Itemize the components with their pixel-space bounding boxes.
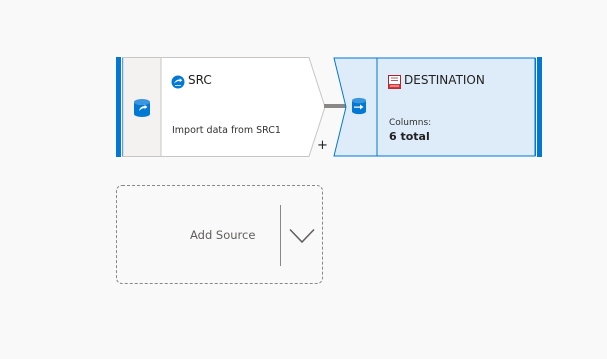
sink-database-icon [352, 97, 366, 115]
destination-table-icon [388, 75, 401, 89]
destination-node-title: DESTINATION [404, 73, 485, 87]
add-transformation-button[interactable]: + [317, 139, 328, 152]
source-connector-icon [171, 75, 185, 89]
add-source-placeholder[interactable]: Add Source [116, 185, 323, 284]
dataflow-canvas[interactable]: SRC Import data from SRC1 + DESTINATION … [0, 0, 607, 359]
add-source-label[interactable]: Add Source [190, 228, 255, 242]
destination-columns-label: Columns: [389, 118, 432, 128]
source-node[interactable]: SRC Import data from SRC1 [116, 57, 328, 157]
source-database-icon [134, 99, 150, 117]
add-source-divider [280, 205, 281, 266]
source-node-title: SRC [188, 73, 212, 87]
source-node-description: Import data from SRC1 [172, 125, 281, 136]
chevron-down-icon[interactable] [289, 228, 315, 244]
destination-node[interactable]: DESTINATION Columns: 6 total [333, 57, 543, 157]
destination-columns-value: 6 total [389, 130, 430, 143]
